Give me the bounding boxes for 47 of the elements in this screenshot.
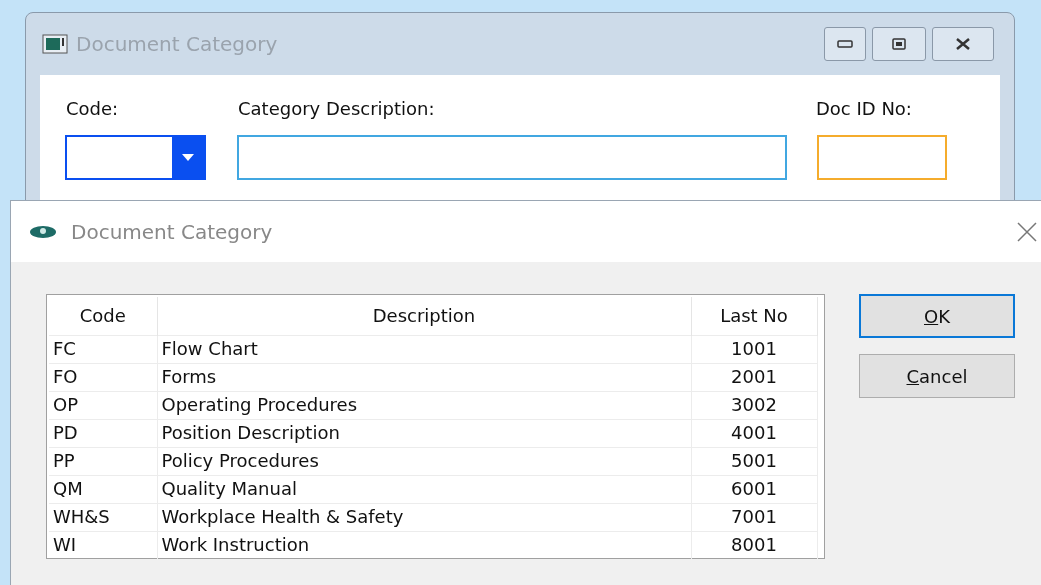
table-cell: PP: [49, 447, 157, 475]
table-cell: WH&S: [49, 503, 157, 531]
close-button[interactable]: [932, 27, 994, 61]
input-field[interactable]: [237, 135, 787, 180]
field-label: Code:: [66, 97, 119, 121]
dropdown-arrow-icon: [182, 154, 194, 161]
table-cell: 2001: [691, 363, 817, 391]
restore-icon: [892, 38, 906, 50]
input-field[interactable]: [817, 135, 947, 180]
table-cell: Quality Manual: [157, 475, 691, 503]
minimize-icon: [837, 40, 853, 48]
table-cell: FO: [49, 363, 157, 391]
table-cell: 5001: [691, 447, 817, 475]
table-cell: 7001: [691, 503, 817, 531]
table-cell: 3002: [691, 391, 817, 419]
table-cell: OP: [49, 391, 157, 419]
table-cell: 8001: [691, 531, 817, 559]
table-cell: Operating Procedures: [157, 391, 691, 419]
table-cell: 4001: [691, 419, 817, 447]
column-header[interactable]: Description: [157, 297, 691, 335]
table-cell: 1001: [691, 335, 817, 363]
table-cell: Policy Procedures: [157, 447, 691, 475]
cancel-button[interactable]: Cancel: [859, 354, 1015, 398]
table-cell: QM: [49, 475, 157, 503]
close-icon: [955, 38, 971, 50]
dialog-title: Document Category: [71, 218, 273, 246]
code-dropdown[interactable]: [65, 135, 206, 180]
window-icon: [42, 34, 68, 54]
minimize-button[interactable]: [824, 27, 866, 61]
table-cell: Forms: [157, 363, 691, 391]
column-header[interactable]: Last No: [691, 297, 817, 335]
table-cell: 6001: [691, 475, 817, 503]
table-cell: PD: [49, 419, 157, 447]
table-cell: Position Description: [157, 419, 691, 447]
ok-button[interactable]: OK: [859, 294, 1015, 338]
table-cell: WI: [49, 531, 157, 559]
close-icon[interactable]: [1017, 221, 1037, 242]
table-cell: Flow Chart: [157, 335, 691, 363]
table-cell: Work Instruction: [157, 531, 691, 559]
field-label: Category Description:: [238, 97, 435, 121]
column-header[interactable]: Code: [49, 297, 157, 335]
field-label: Doc ID No:: [816, 97, 912, 121]
maximize-button[interactable]: [872, 27, 926, 61]
window-title: Document Category: [76, 31, 278, 58]
table-cell: FC: [49, 335, 157, 363]
table-cell: Workplace Health & Safety: [157, 503, 691, 531]
eye-icon: [29, 224, 57, 239]
